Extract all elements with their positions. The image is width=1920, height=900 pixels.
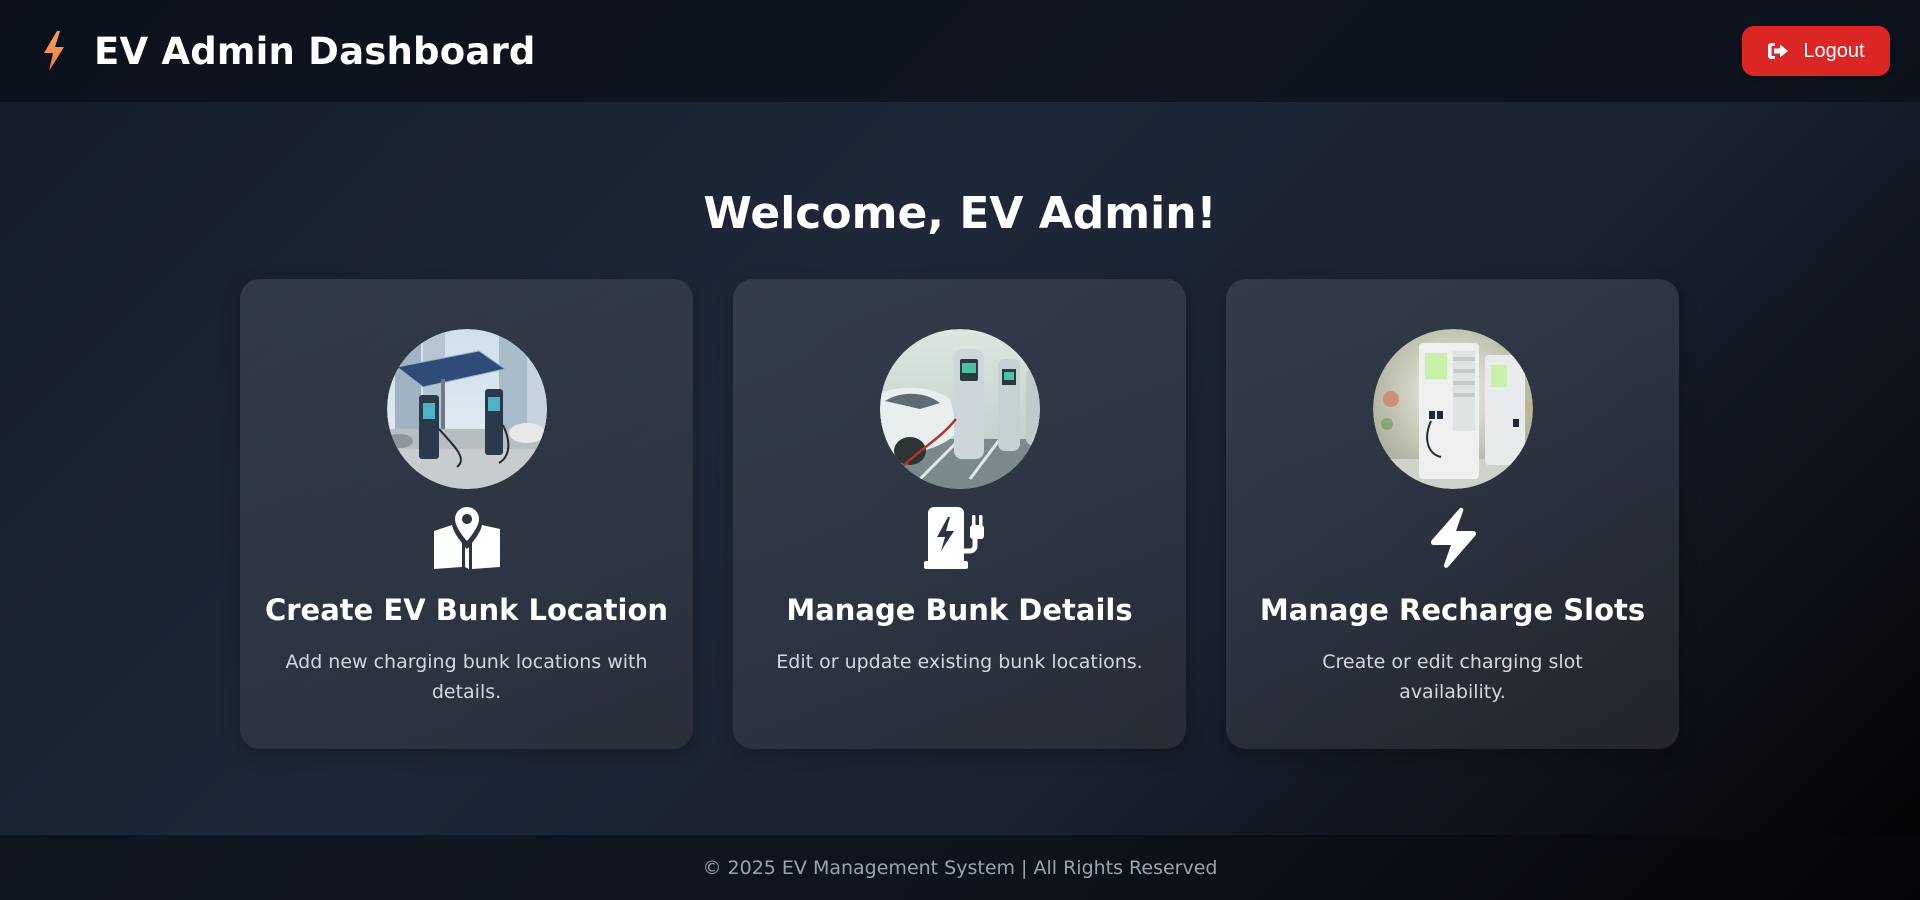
logout-label: Logout [1803, 39, 1865, 62]
card-description: Create or edit charging slot availabilit… [1322, 651, 1583, 703]
map-location-icon [433, 507, 500, 569]
footer: © 2025 EV Management System | All Rights… [0, 835, 1920, 900]
brand: EV Admin Dashboard [40, 30, 536, 73]
top-navbar: EV Admin Dashboard Logout [0, 0, 1920, 102]
charger-kiosk-photo [1372, 329, 1533, 489]
action-cards: Create EV Bunk Location Add new charging… [240, 279, 1680, 749]
logout-button[interactable]: Logout [1742, 26, 1890, 76]
solar-charging-station-photo [386, 329, 547, 489]
card-title: Create EV Bunk Location [264, 593, 669, 627]
manage-bunk-details-card[interactable]: Manage Bunk Details Edit or update exist… [733, 279, 1186, 749]
manage-recharge-slots-card[interactable]: Manage Recharge Slots Create or edit cha… [1226, 279, 1679, 749]
card-icon-wrapper [1427, 507, 1479, 569]
bolt-icon [1430, 507, 1476, 568]
car-charging-photo [879, 329, 1040, 489]
app-title: EV Admin Dashboard [94, 29, 536, 73]
bolt-icon [44, 31, 64, 71]
welcome-heading: Welcome, EV Admin! [703, 188, 1217, 239]
card-title: Manage Bunk Details [786, 593, 1133, 627]
card-icon-wrapper [432, 507, 502, 569]
copyright-text: © 2025 EV Management System | All Rights… [702, 856, 1218, 879]
create-bunk-location-card[interactable]: Create EV Bunk Location Add new charging… [240, 279, 693, 749]
card-icon-wrapper [923, 507, 996, 569]
charging-station-icon [923, 507, 984, 569]
card-description: Add new charging bunk locations with det… [285, 651, 648, 703]
card-description: Edit or update existing bunk locations. [776, 651, 1143, 673]
card-title: Manage Recharge Slots [1259, 593, 1646, 627]
sign-out-icon [1768, 43, 1789, 59]
